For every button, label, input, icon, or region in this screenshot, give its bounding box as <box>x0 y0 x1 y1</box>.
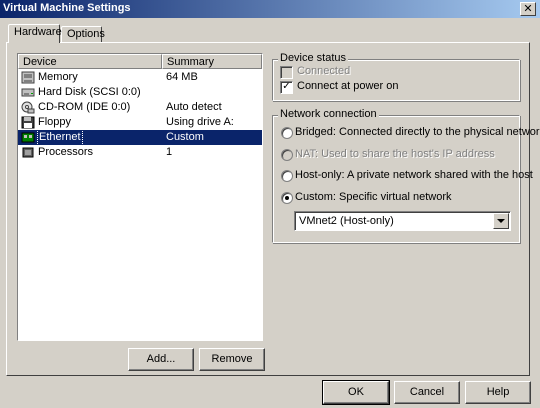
chevron-down-icon[interactable] <box>493 213 509 229</box>
radio-selected-dot <box>285 196 289 200</box>
nat-label: NAT: Used to share the host's IP address <box>295 148 495 160</box>
ok-button[interactable]: OK <box>322 380 390 405</box>
device-list[interactable]: Device Summary Memory 64 MB Hard Disk (S… <box>17 53 263 341</box>
ethernet-icon <box>21 132 35 143</box>
connected-label: Connected <box>297 65 351 77</box>
device-name: CD-ROM (IDE 0:0) <box>38 101 131 113</box>
bridged-label: Bridged: Connected directly to the physi… <box>295 126 540 138</box>
memory-icon <box>21 71 35 84</box>
device-row-hard-disk[interactable]: Hard Disk (SCSI 0:0) <box>18 85 262 100</box>
column-header-summary[interactable]: Summary <box>162 54 262 69</box>
check-mark-icon: ✓ <box>282 81 291 92</box>
custom-network-select[interactable]: VMnet2 (Host-only) <box>294 211 511 231</box>
close-icon: ✕ <box>523 2 533 15</box>
device-name: Ethernet <box>37 129 83 146</box>
connect-at-power-on-checkbox[interactable]: ✓ <box>280 81 293 94</box>
custom-network-value: VMnet2 (Host-only) <box>299 215 394 227</box>
hard-disk-icon <box>21 88 35 97</box>
device-name: Floppy <box>38 116 72 128</box>
tab-options-label: Options <box>67 28 105 40</box>
tab-options[interactable]: Options <box>61 26 105 42</box>
device-row-memory[interactable]: Memory 64 MB <box>18 70 262 85</box>
host-only-radio[interactable] <box>281 170 293 182</box>
connected-checkbox[interactable] <box>280 66 293 79</box>
help-button[interactable]: Help <box>465 381 531 404</box>
cancel-button[interactable]: Cancel <box>394 381 460 404</box>
nat-radio[interactable] <box>281 149 293 161</box>
device-name: Memory <box>38 71 78 83</box>
device-row-cdrom[interactable]: CD-ROM (IDE 0:0) Auto detect <box>18 100 262 115</box>
device-row-ethernet[interactable]: Ethernet Custom <box>18 129 262 146</box>
host-only-label: Host-only: A private network shared with… <box>295 169 533 181</box>
device-name: Hard Disk (SCSI 0:0) <box>38 86 141 98</box>
close-button[interactable]: ✕ <box>520 2 536 16</box>
custom-label: Custom: Specific virtual network <box>295 191 452 203</box>
cdrom-icon <box>21 101 35 114</box>
tab-hardware[interactable]: Hardware <box>8 24 62 43</box>
device-status-group: Device status Connected ✓ Connect at pow… <box>272 52 520 101</box>
connect-at-power-on-label: Connect at power on <box>297 80 399 92</box>
device-row-processors[interactable]: Processors 1 <box>18 145 262 160</box>
remove-button[interactable]: Remove <box>199 348 265 371</box>
device-summary: Using drive A: <box>166 116 234 128</box>
device-summary: 64 MB <box>166 71 198 83</box>
device-summary: 1 <box>166 146 173 158</box>
bridged-radio[interactable] <box>281 127 293 139</box>
device-name: Processors <box>38 146 94 158</box>
device-row-floppy[interactable]: Floppy Using drive A: <box>18 115 262 130</box>
add-button[interactable]: Add... <box>128 348 194 371</box>
tab-hardware-label: Hardware <box>14 26 62 38</box>
network-connection-title: Network connection <box>278 108 379 120</box>
device-summary: Auto detect <box>166 101 222 113</box>
title-bar: Virtual Machine Settings <box>0 0 540 18</box>
window-title: Virtual Machine Settings <box>3 2 131 14</box>
device-status-title: Device status <box>278 52 349 64</box>
custom-radio[interactable] <box>281 192 293 204</box>
processor-icon <box>22 147 34 158</box>
device-summary: Custom <box>166 131 204 143</box>
column-header-device[interactable]: Device <box>18 54 162 69</box>
floppy-icon <box>21 116 35 129</box>
